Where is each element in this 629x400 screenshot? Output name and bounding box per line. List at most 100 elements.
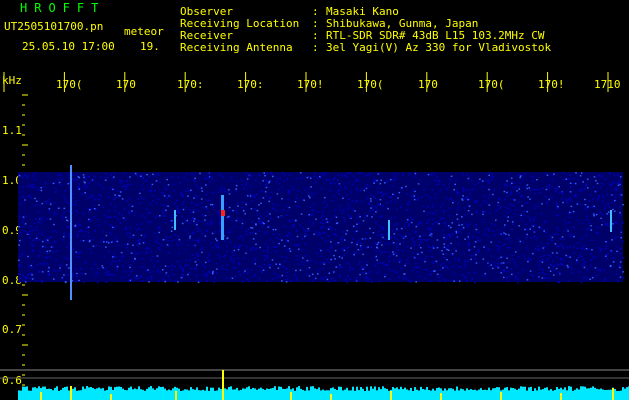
spectrogram	[0, 72, 629, 400]
noise-pixel	[197, 241, 200, 244]
noise-pixel	[483, 200, 486, 202]
noise-pixel	[182, 270, 184, 272]
noise-pixel	[431, 206, 434, 208]
noise-pixel	[135, 278, 138, 280]
noise-pixel	[227, 191, 229, 193]
noise-pixel	[427, 227, 430, 229]
noise-pixel	[508, 173, 511, 175]
noise-pixel	[201, 233, 203, 235]
noise-pixel	[137, 227, 140, 229]
noise-pixel	[373, 182, 375, 184]
noise-pixel	[264, 259, 266, 261]
noise-pixel	[66, 246, 68, 248]
noise-pixel	[27, 255, 29, 258]
noise-pixel	[67, 183, 70, 185]
noise-pixel	[353, 252, 356, 254]
noise-pixel	[150, 278, 153, 280]
noise-pixel	[499, 233, 501, 235]
noise-pixel	[223, 256, 225, 258]
level-bar	[118, 386, 120, 392]
noise-pixel	[518, 201, 521, 203]
level-bar	[110, 386, 112, 392]
noise-pixel	[573, 235, 575, 238]
noise-pixel	[137, 175, 140, 177]
noise-pixel	[457, 231, 459, 234]
noise-pixel	[408, 219, 410, 222]
noise-pixel	[443, 243, 445, 245]
noise-pixel	[152, 256, 154, 258]
level-bar	[462, 389, 464, 392]
noise-pixel	[360, 242, 362, 244]
noise-pixel	[59, 270, 61, 272]
noise-pixel	[533, 192, 536, 195]
noise-pixel	[406, 246, 409, 248]
noise-pixel	[142, 188, 145, 191]
noise-pixel	[522, 269, 524, 271]
noise-pixel	[104, 221, 106, 223]
noise-pixel	[126, 243, 129, 245]
noise-pixel	[526, 228, 528, 230]
level-bar	[532, 391, 534, 392]
level-bar	[262, 388, 264, 392]
noise-pixel	[215, 246, 218, 248]
noise-pixel	[18, 175, 21, 177]
noise-pixel	[190, 189, 192, 191]
noise-pixel	[482, 258, 485, 260]
noise-pixel	[210, 223, 212, 226]
noise-pixel	[567, 266, 569, 268]
level-bar	[328, 390, 330, 392]
noise-pixel	[189, 212, 192, 214]
noise-pixel	[511, 221, 514, 223]
noise-pixel	[304, 255, 306, 257]
noise-pixel	[113, 188, 115, 190]
noise-pixel	[512, 198, 514, 200]
noise-pixel	[131, 205, 134, 208]
level-bar	[306, 386, 308, 392]
noise-pixel	[315, 218, 317, 220]
noise-pixel	[361, 265, 363, 268]
noise-pixel	[127, 211, 130, 213]
noise-pixel	[48, 266, 50, 269]
level-bar	[284, 389, 286, 392]
noise-pixel	[334, 280, 337, 282]
noise-pixel	[488, 174, 490, 177]
noise-pixel	[63, 195, 65, 197]
noise-pixel	[339, 274, 341, 276]
noise-pixel	[92, 179, 95, 181]
noise-pixel	[356, 187, 358, 189]
noise-pixel	[570, 186, 572, 189]
noise-pixel	[164, 265, 167, 267]
noise-pixel	[235, 209, 238, 212]
noise-pixel	[458, 260, 460, 262]
noise-pixel	[349, 269, 351, 271]
noise-pixel	[619, 266, 621, 269]
noise-pixel	[140, 234, 143, 237]
noise-pixel	[556, 256, 558, 258]
noise-pixel	[605, 248, 607, 250]
noise-pixel	[457, 266, 460, 268]
noise-pixel	[333, 232, 336, 235]
level-bar	[582, 386, 584, 392]
noise-pixel	[614, 237, 616, 239]
noise-pixel	[377, 269, 380, 272]
noise-pixel	[457, 209, 460, 211]
noise-pixel	[353, 175, 355, 177]
noise-pixel	[343, 239, 346, 241]
level-bar	[480, 388, 482, 392]
noise-pixel	[511, 228, 513, 230]
noise-pixel	[262, 180, 264, 182]
noise-pixel	[143, 241, 146, 243]
level-bar	[602, 389, 604, 392]
noise-pixel	[29, 277, 32, 280]
noise-pixel	[46, 250, 49, 253]
noise-pixel	[82, 212, 85, 215]
noise-pixel	[309, 177, 312, 179]
level-bar	[304, 390, 306, 392]
noise-pixel	[181, 203, 184, 205]
noise-pixel	[601, 183, 603, 185]
noise-pixel	[466, 225, 468, 228]
level-bar	[88, 387, 90, 392]
noise-pixel	[540, 213, 543, 215]
noise-pixel	[446, 237, 448, 239]
level-bar	[254, 388, 256, 392]
